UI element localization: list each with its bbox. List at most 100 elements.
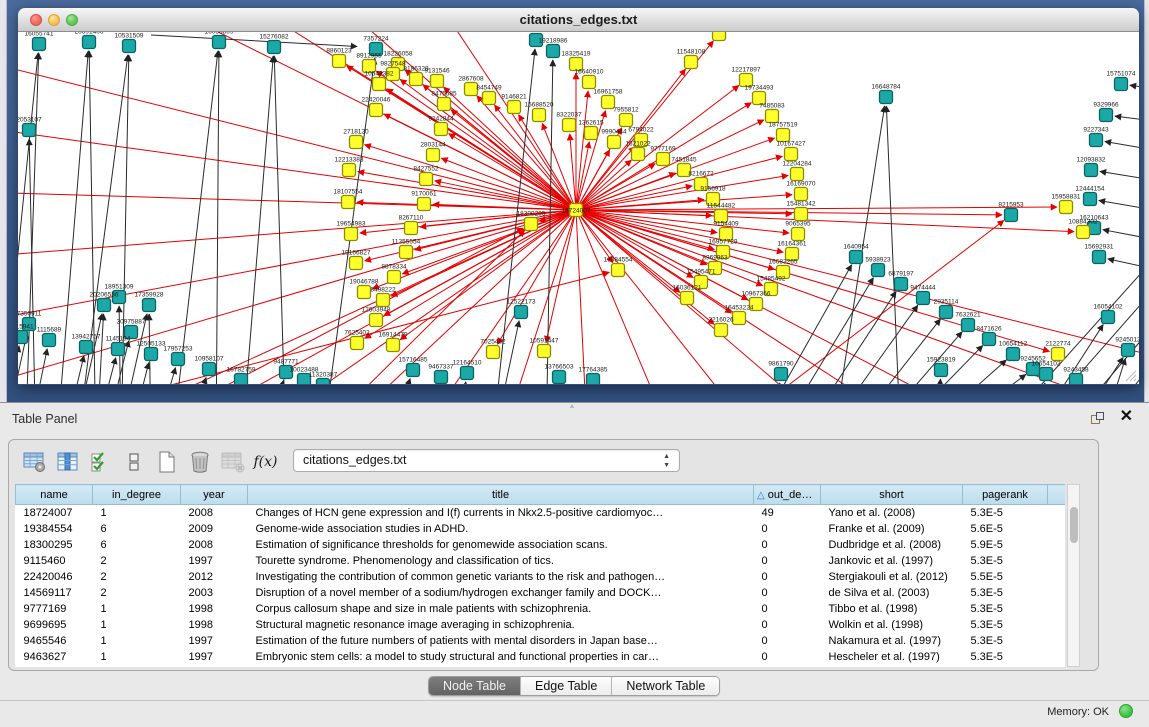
network-node[interactable]: 1621022 (625, 141, 651, 161)
delete-column-button[interactable] (186, 448, 213, 476)
network-node[interactable]: 17957253 (164, 346, 193, 366)
cell-year[interactable]: 1997 (181, 553, 248, 569)
cell-out_degree[interactable]: 0 (754, 521, 821, 537)
table-settings-button[interactable] (21, 448, 48, 476)
cell-year[interactable]: 2008 (181, 537, 248, 553)
tab-network-table[interactable]: Network Table (612, 677, 719, 695)
network-node[interactable]: 9154409 (713, 221, 739, 241)
table-vertical-scrollbar[interactable] (1067, 484, 1080, 667)
cell-name[interactable]: 9115460 (16, 553, 93, 569)
network-node[interactable]: 9474444 (910, 285, 936, 305)
cell-title[interactable]: Corpus callosum shape and size in male p… (248, 601, 754, 617)
cell-title[interactable]: Investigating the contribution of common… (248, 569, 754, 585)
panel-splitter-grip[interactable]: ▴ (570, 401, 574, 410)
cell-in_degree[interactable]: 1 (93, 649, 181, 665)
table-row[interactable]: 1872400712008Changes of HCN gene express… (16, 505, 1066, 521)
cell-year[interactable]: 2009 (181, 521, 248, 537)
cell-title[interactable]: Estimation of the future numbers of pati… (248, 633, 754, 649)
cell-year[interactable]: 2003 (181, 585, 248, 601)
network-node[interactable]: 20691406 (75, 32, 104, 49)
cell-title[interactable]: Structural magnetic resonance image aver… (248, 617, 754, 633)
column-chooser-button[interactable] (54, 448, 81, 476)
create-column-button[interactable] (153, 448, 180, 476)
network-node[interactable]: 17359928 (135, 292, 164, 312)
network-node[interactable]: 8454749 (476, 85, 502, 105)
network-node[interactable]: 15751074 (1107, 71, 1136, 91)
network-node[interactable]: 11548108 (677, 49, 706, 69)
cell-out_degree[interactable]: 0 (754, 633, 821, 649)
network-node[interactable]: 2718120 (343, 129, 369, 149)
network-node[interactable]: 5938923 (865, 257, 891, 277)
network-node[interactable]: 9065395 (785, 221, 811, 241)
cell-in_degree[interactable]: 2 (93, 569, 181, 585)
cell-pagerank[interactable]: 5.3E-5 (963, 585, 1048, 601)
cell-out_degree[interactable]: 0 (754, 649, 821, 665)
cell-pagerank[interactable]: 5.3E-5 (963, 505, 1048, 521)
network-canvas[interactable]: 1605574120691406105315091603380915276082… (18, 32, 1139, 384)
cell-short[interactable]: Nakamura et al. (1997) (821, 633, 963, 649)
cell-pagerank[interactable]: 5.6E-5 (963, 521, 1048, 537)
network-node[interactable]: 19654983 (337, 221, 366, 241)
network-node[interactable]: 15688520 (525, 102, 554, 122)
cell-short[interactable]: Franke et al. (2009) (821, 521, 963, 537)
network-node[interactable]: 8215953 (998, 202, 1024, 222)
cell-year[interactable]: 1997 (181, 649, 248, 665)
cell-title[interactable]: Estimation of significance thresholds fo… (248, 537, 754, 553)
col-header-name[interactable]: name (16, 485, 93, 505)
select-rows-button[interactable] (87, 448, 114, 476)
cell-year[interactable]: 1997 (181, 633, 248, 649)
close-panel-icon[interactable]: ✕ (1120, 407, 1133, 427)
network-node[interactable]: 1145194 (106, 336, 131, 356)
network-node[interactable]: 9227343 (1083, 127, 1109, 147)
cell-out_degree[interactable]: 0 (754, 601, 821, 617)
cell-title[interactable]: Embryonic stem cells: a model to study s… (248, 649, 754, 665)
cell-year[interactable]: 1998 (181, 601, 248, 617)
cell-pagerank[interactable]: 5.3E-5 (963, 617, 1048, 633)
network-view-window[interactable]: citations_edges.txt 16055741206914061053… (18, 8, 1139, 385)
cell-in_degree[interactable]: 1 (93, 633, 181, 649)
network-node[interactable]: 15692931 (1085, 244, 1114, 264)
network-node[interactable]: 18107554 (334, 189, 363, 209)
cell-pagerank[interactable]: 5.3E-5 (963, 553, 1048, 569)
function-builder-button[interactable]: f(x) (252, 448, 279, 476)
table-row[interactable]: 911546021997Tourette syndrome. Phenomeno… (16, 553, 1066, 569)
cell-out_degree[interactable]: 0 (754, 569, 821, 585)
cell-year[interactable]: 2012 (181, 569, 248, 585)
cell-name[interactable]: 9777169 (16, 601, 93, 617)
network-node[interactable]: 12603948 (362, 307, 391, 327)
cell-pagerank[interactable]: 5.3E-5 (963, 649, 1048, 665)
network-node[interactable]: 16648784 (872, 84, 901, 104)
network-node[interactable]: 12505133 (137, 341, 166, 361)
network-node[interactable]: 8267110 (399, 215, 424, 235)
cell-name[interactable]: 14569117 (16, 585, 93, 601)
col-header-year[interactable]: year (181, 485, 248, 505)
table-selector-dropdown[interactable]: citations_edges.txt ▲▼ (293, 449, 680, 472)
cell-title[interactable]: Changes of HCN gene expression and I(f) … (248, 505, 754, 521)
network-node[interactable]: 9242844 (428, 116, 454, 136)
cell-short[interactable]: Yano et al. (2008) (821, 505, 963, 521)
network-node[interactable]: 12522173 (507, 299, 536, 319)
table-row[interactable]: 1456911722003Disruption of a novel membe… (16, 585, 1066, 601)
cell-short[interactable]: Wolkin et al. (1998) (821, 617, 963, 633)
network-node[interactable]: 15716485 (399, 357, 428, 377)
network-node[interactable]: 7955812 (613, 107, 639, 127)
network-node[interactable]: 16782759 (227, 367, 256, 385)
row-height-button[interactable] (120, 448, 147, 476)
cell-short[interactable]: de Silva et al. (2003) (821, 585, 963, 601)
col-header-pagerank[interactable]: pagerank (963, 485, 1048, 505)
cell-short[interactable]: Stergiakouli et al. (2012) (821, 569, 963, 585)
cell-in_degree[interactable]: 6 (93, 537, 181, 553)
cell-short[interactable]: Jankovic et al. (1997) (821, 553, 963, 569)
network-node[interactable]: 16033809 (205, 32, 234, 49)
cell-out_degree[interactable]: 49 (754, 505, 821, 521)
network-graph[interactable]: 1605574120691406105315091603380915276082… (18, 32, 1139, 384)
col-header-title[interactable]: title (248, 485, 754, 505)
window-titlebar[interactable]: citations_edges.txt (18, 8, 1139, 32)
network-node[interactable]: 12093832 (1077, 157, 1106, 177)
cell-short[interactable]: Hescheler et al. (1997) (821, 649, 963, 665)
cell-in_degree[interactable]: 2 (93, 585, 181, 601)
network-node[interactable]: 7485083 (759, 103, 785, 123)
cell-out_degree[interactable]: 0 (754, 553, 821, 569)
cell-name[interactable]: 9699695 (16, 617, 93, 633)
cell-title[interactable]: Disruption of a novel member of a sodium… (248, 585, 754, 601)
